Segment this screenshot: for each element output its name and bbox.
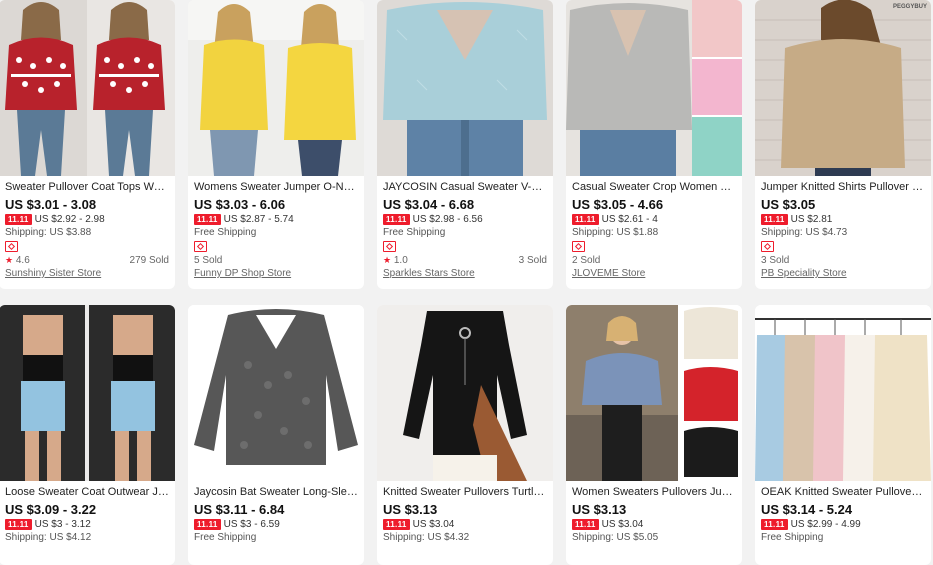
product-image[interactable] xyxy=(188,0,364,176)
store-link[interactable]: PB Speciality Store xyxy=(761,267,925,280)
store-link[interactable]: Sparkles Stars Store xyxy=(383,267,547,280)
sale-badge: 11.11 xyxy=(761,214,788,225)
sale-price: US $2.61 - 4 xyxy=(601,214,658,225)
sale-price: US $2.87 - 5.74 xyxy=(223,214,294,225)
product-title[interactable]: Knitted Sweater Pullovers Turtlene... xyxy=(383,486,547,499)
rating: ★ 1.0 xyxy=(383,255,408,266)
shipping-info: Free Shipping xyxy=(761,532,824,543)
sale-badge: 11.11 xyxy=(194,214,221,225)
product-image[interactable] xyxy=(566,0,742,176)
sale-badge: 11.11 xyxy=(572,214,599,225)
sale-badge: 11.11 xyxy=(5,214,32,225)
sale-badge: 11.11 xyxy=(383,519,410,530)
brand-watermark: PEGGYBUY xyxy=(892,4,927,10)
shipping-info: Shipping: US $3.88 xyxy=(5,227,92,238)
coupon-icon xyxy=(761,241,774,252)
coupon-icon xyxy=(383,241,396,252)
sale-price: US $2.98 - 6.56 xyxy=(412,214,483,225)
product-card[interactable]: Loose Sweater Coat Outwear Jacke... US $… xyxy=(0,305,175,565)
star-icon: ★ xyxy=(5,255,14,265)
product-title[interactable]: OEAK Knitted Sweater Pullovers Ju... xyxy=(761,486,925,499)
product-card[interactable]: JAYCOSIN Casual Sweater V-Neck ... US $3… xyxy=(377,0,553,289)
product-card[interactable]: Womens Sweater Jumper O-Neck ... US $3.0… xyxy=(188,0,364,289)
shipping-info: Shipping: US $4.12 xyxy=(5,532,92,543)
product-title[interactable]: Jaycosin Bat Sweater Long-Sleeve ... xyxy=(194,486,358,499)
sale-badge: 11.11 xyxy=(383,214,410,225)
sale-badge: 11.11 xyxy=(761,519,788,530)
sale-badge: 11.11 xyxy=(5,519,32,530)
product-card[interactable]: Jaycosin Bat Sweater Long-Sleeve ... US … xyxy=(188,305,364,565)
product-image[interactable]: PEGGYBUY xyxy=(755,0,931,176)
shipping-info: Free Shipping xyxy=(383,227,446,238)
product-title[interactable]: Sweater Pullover Coat Tops Wome... xyxy=(5,181,169,194)
product-price: US $3.14 - 5.24 xyxy=(761,502,853,517)
product-card[interactable]: Women Sweaters Pullovers Jumpe... US $3.… xyxy=(566,305,742,565)
coupon-icon xyxy=(194,241,207,252)
store-link[interactable]: Funny DP Shop Store xyxy=(194,267,358,280)
product-price: US $3.09 - 3.22 xyxy=(5,502,97,517)
sale-price: US $2.81 xyxy=(790,214,833,225)
product-title[interactable]: JAYCOSIN Casual Sweater V-Neck ... xyxy=(383,181,547,194)
sold-count: 3 Sold xyxy=(518,255,547,266)
coupon-icon xyxy=(572,241,585,252)
product-price: US $3.01 - 3.08 xyxy=(5,197,97,212)
sale-badge: 11.11 xyxy=(572,519,599,530)
product-title[interactable]: Loose Sweater Coat Outwear Jacke... xyxy=(5,486,169,499)
product-image[interactable] xyxy=(0,0,175,176)
product-price: US $3.03 - 6.06 xyxy=(194,197,286,212)
product-price: US $3.11 - 6.84 xyxy=(194,502,285,517)
sale-price: US $2.99 - 4.99 xyxy=(790,519,861,530)
product-price: US $3.05 - 4.66 xyxy=(572,197,664,212)
shipping-info: Shipping: US $4.73 xyxy=(761,227,848,238)
sale-price: US $3 - 6.59 xyxy=(223,519,280,530)
shipping-info: Free Shipping xyxy=(194,227,257,238)
sale-price: US $3.04 xyxy=(601,519,644,530)
product-image[interactable] xyxy=(755,305,931,481)
product-image[interactable] xyxy=(377,305,553,481)
sale-price: US $3.04 xyxy=(412,519,455,530)
product-card[interactable]: Knitted Sweater Pullovers Turtlene... US… xyxy=(377,305,553,565)
product-card[interactable]: PEGGYBUY Jumper Knitted Shirts Pullover … xyxy=(755,0,931,289)
shipping-info: Free Shipping xyxy=(194,532,257,543)
star-icon: ★ xyxy=(383,255,392,265)
product-image[interactable] xyxy=(377,0,553,176)
product-price: US $3.13 xyxy=(572,502,627,517)
product-image[interactable] xyxy=(188,305,364,481)
product-title[interactable]: Casual Sweater Crop Women Tops... xyxy=(572,181,736,194)
sold-count: 3 Sold xyxy=(761,255,790,266)
product-title[interactable]: Jumper Knitted Shirts Pullover Fe... xyxy=(761,181,925,194)
product-title[interactable]: Women Sweaters Pullovers Jumpe... xyxy=(572,486,736,499)
sold-count: 279 Sold xyxy=(129,255,169,266)
sale-price: US $3 - 3.12 xyxy=(34,519,91,530)
product-image[interactable] xyxy=(566,305,742,481)
sale-badge: 11.11 xyxy=(194,519,221,530)
store-link[interactable]: JLOVEME Store xyxy=(572,267,736,280)
product-card[interactable]: OEAK Knitted Sweater Pullovers Ju... US … xyxy=(755,305,931,565)
shipping-info: Shipping: US $5.05 xyxy=(572,532,659,543)
product-price: US $3.04 - 6.68 xyxy=(383,197,475,212)
rating: ★ 4.6 xyxy=(5,255,30,266)
shipping-info: Shipping: US $1.88 xyxy=(572,227,659,238)
product-price: US $3.05 xyxy=(761,197,816,212)
store-link[interactable]: Sunshiny Sister Store xyxy=(5,267,169,280)
product-card[interactable]: Casual Sweater Crop Women Tops... US $3.… xyxy=(566,0,742,289)
sold-count: 5 Sold xyxy=(194,255,223,266)
product-image[interactable] xyxy=(0,305,175,481)
shipping-info: Shipping: US $4.32 xyxy=(383,532,470,543)
sale-price: US $2.92 - 2.98 xyxy=(34,214,105,225)
coupon-icon xyxy=(5,241,18,252)
product-card[interactable]: Sweater Pullover Coat Tops Wome... US $3… xyxy=(0,0,175,289)
product-title[interactable]: Womens Sweater Jumper O-Neck ... xyxy=(194,181,358,194)
product-price: US $3.13 xyxy=(383,502,438,517)
sold-count: 2 Sold xyxy=(572,255,601,266)
